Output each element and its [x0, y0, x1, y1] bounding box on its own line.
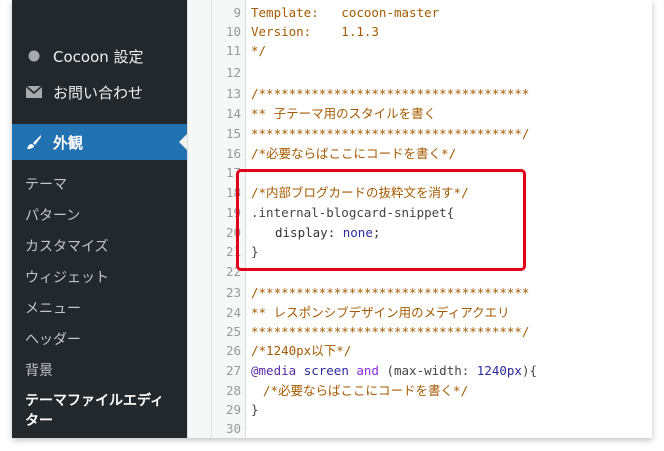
line-number: 11: [225, 43, 241, 58]
admin-sidebar: Cocoon 設定 お問い合わせ 外観 テーマ パターン カスタマイズ ウィジェ…: [12, 0, 187, 438]
submenu-item-theme-file-editor[interactable]: テーマファイルエディター: [25, 391, 175, 431]
sidebar-item-label: 外観: [53, 133, 84, 152]
line-number: 13: [225, 86, 241, 101]
submenu-item-widgets[interactable]: ウィジェット: [25, 267, 109, 287]
sidebar-item-contact[interactable]: お問い合わせ: [12, 80, 187, 104]
line-number: 28: [225, 383, 241, 398]
code-line: /************************************: [251, 86, 530, 101]
line-number: 12: [225, 65, 241, 80]
paintbrush-icon: [25, 133, 43, 151]
at-rule: @media: [251, 363, 297, 378]
line-number: 23: [225, 285, 241, 300]
line-number: 14: [225, 106, 241, 121]
media-feature-value: 1240px: [476, 363, 522, 378]
code-line: ************************************/: [251, 324, 530, 339]
submenu-item-header[interactable]: ヘッダー: [25, 329, 81, 349]
line-number: 16: [225, 146, 241, 161]
editor-left-margin: [188, 0, 212, 438]
code-line: @media screen and (max-width: 1240px){: [251, 361, 537, 380]
submenu-item-customize[interactable]: カスタマイズ: [25, 236, 109, 256]
submenu-item-patterns[interactable]: パターン: [25, 205, 80, 225]
envelope-icon: [25, 83, 43, 101]
line-number: 10: [225, 24, 241, 39]
line-number: 9: [233, 5, 241, 20]
circle-icon: [25, 47, 43, 65]
code-line: Template: cocoon-master: [251, 5, 440, 20]
line-number: 25: [225, 324, 241, 339]
sidebar-item-label: Cocoon 設定: [53, 47, 144, 66]
code-line: ************************************/: [251, 126, 530, 141]
line-number: 15: [225, 126, 241, 141]
line-number: 30: [225, 421, 241, 436]
media-keyword: and: [356, 363, 379, 378]
code-line: Version: 1.1.3: [251, 24, 379, 39]
submenu-item-themes[interactable]: テーマ: [25, 174, 67, 194]
code-line: /*必要ならばここにコードを書く*/: [251, 146, 457, 161]
highlight-annotation-box: [236, 169, 526, 271]
line-number: 24: [225, 305, 241, 320]
code-line: ** レスポンシブデザイン用のメディアクエリ: [251, 305, 510, 320]
code-line: }: [251, 402, 259, 417]
sidebar-item-top-partial[interactable]: [12, 0, 187, 16]
sidebar-item-cocoon-settings[interactable]: Cocoon 設定: [12, 44, 187, 68]
code-line: /*必要ならばここにコードを書く*/: [263, 383, 469, 398]
submenu-item-menus[interactable]: メニュー: [25, 298, 81, 318]
code-line: /************************************: [251, 285, 530, 300]
line-number: 26: [225, 343, 241, 358]
line-number: 27: [225, 363, 241, 378]
media-feature: (max-width:: [386, 363, 477, 378]
media-type: screen: [303, 363, 349, 378]
active-indicator-arrow: [179, 134, 187, 150]
sidebar-item-label: お問い合わせ: [53, 83, 144, 102]
submenu-item-background[interactable]: 背景: [25, 360, 53, 380]
code-line: /*1240px以下*/: [251, 343, 352, 358]
media-close: ){: [521, 363, 538, 378]
code-line: ** 子テーマ用のスタイルを書く: [251, 106, 437, 121]
code-line: */: [251, 43, 267, 58]
sidebar-item-appearance[interactable]: 外観: [12, 124, 187, 160]
line-number: 29: [225, 402, 241, 417]
